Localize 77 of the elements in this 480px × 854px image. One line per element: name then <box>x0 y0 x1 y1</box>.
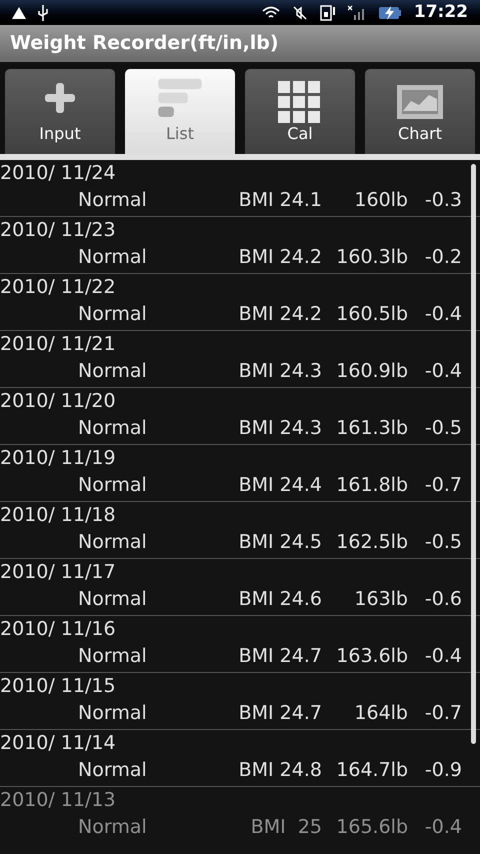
entry-weight: 162.5lb <box>335 530 408 555</box>
entry-bmi: BMI 24.5 <box>238 530 322 555</box>
wifi-icon <box>262 6 280 20</box>
tab[interactable]: Chart <box>365 69 475 154</box>
entry-change: -0.6 <box>424 587 462 612</box>
window-title: Weight Recorder(ft/in,lb) <box>10 31 279 56</box>
entry-date: 2010/ 11/23 <box>0 218 116 243</box>
entry-date: 2010/ 11/14 <box>0 731 116 756</box>
entry-change: -0.4 <box>424 815 462 840</box>
sim-icon <box>320 4 336 20</box>
entry-status: Normal <box>78 587 147 612</box>
entry-date: 2010/ 11/15 <box>0 674 116 699</box>
entry-change: -0.5 <box>424 530 462 555</box>
entry-weight: 161.3lb <box>335 416 408 441</box>
signal-icon <box>348 4 366 20</box>
entry-bmi: BMI 24.3 <box>238 416 322 441</box>
entry-change: -0.5 <box>424 416 462 441</box>
entry-status: Normal <box>78 473 147 498</box>
entry-status: Normal <box>78 701 147 726</box>
entry-status: Normal <box>78 359 147 384</box>
entry-bmi: BMI 24.3 <box>238 359 322 384</box>
entry-weight: 165.6lb <box>335 815 408 840</box>
entry-status: Normal <box>78 758 147 783</box>
entry-bmi: BMI 24.7 <box>238 701 322 726</box>
entry-date: 2010/ 11/19 <box>0 446 116 471</box>
tab[interactable]: Cal <box>245 69 355 154</box>
warning-icon <box>12 6 26 18</box>
entry-weight: 161.8lb <box>335 473 408 498</box>
entry-change: -0.4 <box>424 359 462 384</box>
entry-date: 2010/ 11/22 <box>0 275 116 300</box>
entry-weight: 160.9lb <box>335 359 408 384</box>
entry-bmi: BMI 24.7 <box>238 644 322 669</box>
plus-icon <box>43 81 77 115</box>
mute-icon <box>292 4 308 20</box>
tab[interactable]: Input <box>5 69 115 154</box>
entry-weight: 163lb <box>353 587 408 612</box>
entry-change: -0.9 <box>424 758 462 783</box>
entry-change: -0.7 <box>424 701 462 726</box>
entry-bmi: BMI 24.4 <box>238 473 322 498</box>
entry-change: -0.3 <box>424 188 462 213</box>
entry-bmi: BMI 25 <box>250 815 322 840</box>
entry-weight: 160.5lb <box>335 302 408 327</box>
entry-status: Normal <box>78 188 147 213</box>
entry-date: 2010/ 11/18 <box>0 503 116 528</box>
entry-date: 2010/ 11/13 <box>0 788 116 813</box>
entry-status: Normal <box>78 302 147 327</box>
entry-weight: 163.6lb <box>335 644 408 669</box>
entry-date: 2010/ 11/17 <box>0 560 116 585</box>
entry-weight: 164lb <box>353 701 408 726</box>
entry-status: Normal <box>78 530 147 555</box>
battery-icon <box>378 4 402 20</box>
entry-date: 2010/ 11/21 <box>0 332 116 357</box>
entry-change: -0.4 <box>424 302 462 327</box>
grid-icon <box>278 81 322 125</box>
entry-weight: 160.3lb <box>335 245 408 270</box>
entry-date: 2010/ 11/20 <box>0 389 116 414</box>
entry-status: Normal <box>78 815 147 840</box>
entry-weight: 164.7lb <box>335 758 408 783</box>
entry-bmi: BMI 24.8 <box>238 758 322 783</box>
list-icon <box>157 77 203 117</box>
status-time: 17:22 <box>414 0 468 24</box>
entry-bmi: BMI 24.1 <box>238 188 322 213</box>
entry-status: Normal <box>78 245 147 270</box>
entry-row[interactable]: 2010/ 11/13 Normal BMI 25 165.6lb -0.4 <box>0 787 480 844</box>
entry-bmi: BMI 24.2 <box>238 245 322 270</box>
tab[interactable]: List <box>125 69 235 154</box>
entry-status: Normal <box>78 644 147 669</box>
entry-change: -0.2 <box>424 245 462 270</box>
entry-status: Normal <box>78 416 147 441</box>
entry-bmi: BMI 24.6 <box>238 587 322 612</box>
entry-bmi: BMI 24.2 <box>238 302 322 327</box>
entry-change: -0.4 <box>424 644 462 669</box>
entry-change: -0.7 <box>424 473 462 498</box>
entry-date: 2010/ 11/24 <box>0 161 116 186</box>
entry-date: 2010/ 11/16 <box>0 617 116 642</box>
entry-weight: 160lb <box>353 188 408 213</box>
usb-icon <box>38 4 48 20</box>
